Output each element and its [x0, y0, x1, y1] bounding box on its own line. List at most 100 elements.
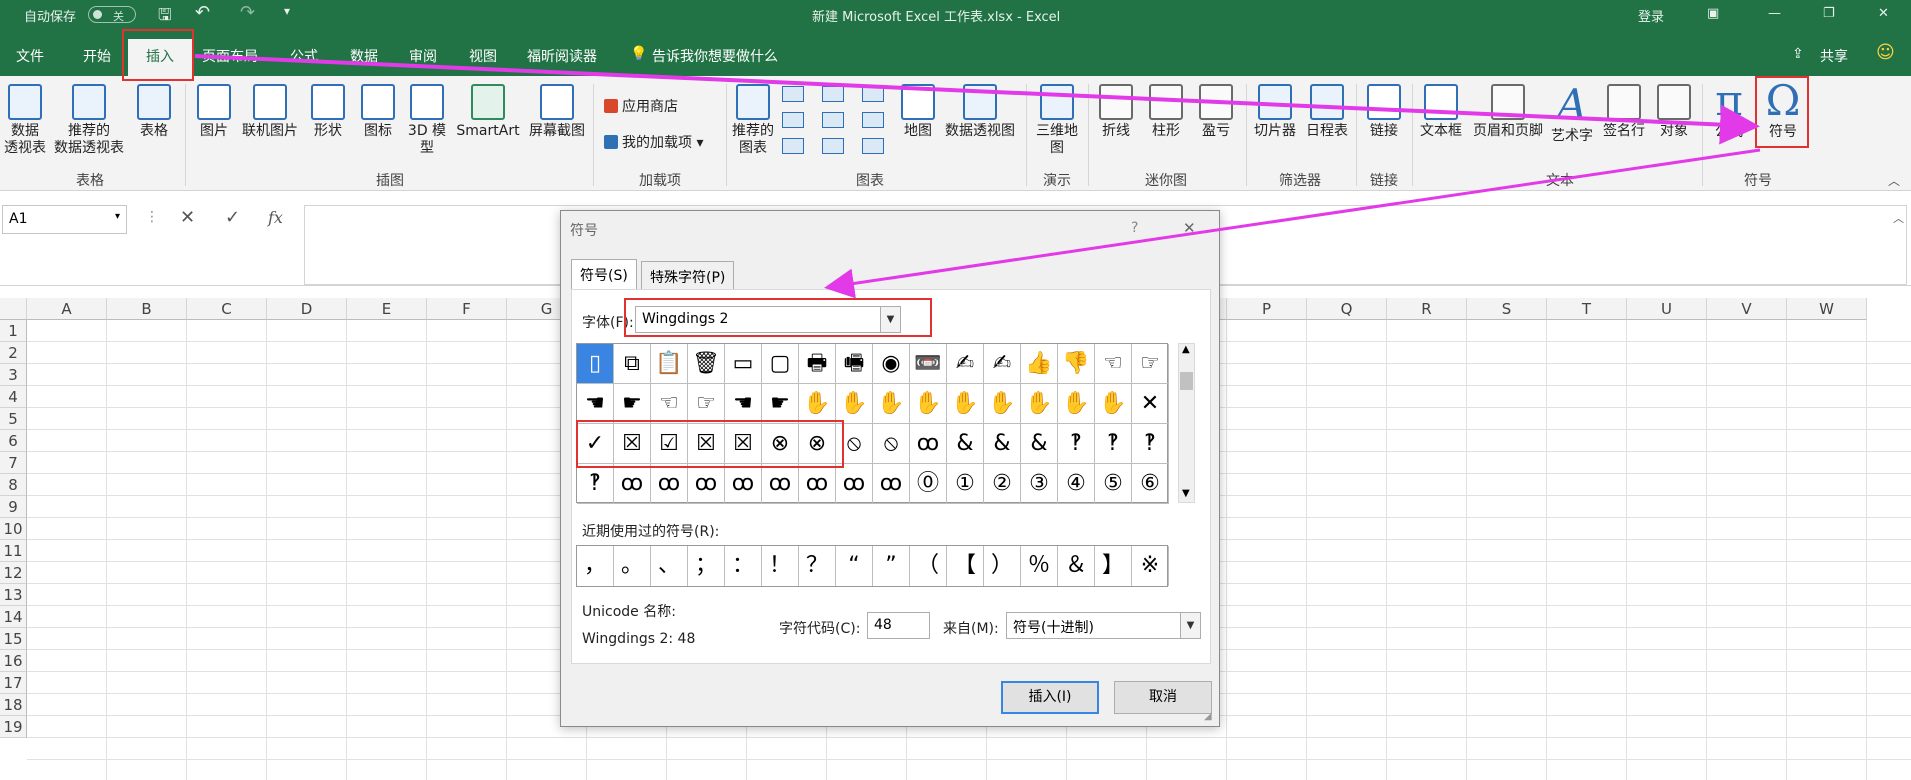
wordart-button[interactable]: A 艺术字 — [1546, 84, 1598, 145]
symbol-cell[interactable]: ④ — [1058, 464, 1095, 504]
recent-symbol-cell[interactable]: ： — [725, 546, 762, 586]
line-chart-icon[interactable] — [782, 112, 804, 128]
sparkline-column-button[interactable]: 柱形 — [1144, 84, 1188, 140]
smartart-button[interactable]: SmartArt — [452, 84, 524, 140]
resize-grip-icon[interactable]: ◢ — [1204, 711, 1212, 722]
signature-line-button[interactable]: 签名行 — [1598, 84, 1650, 140]
symbol-cell[interactable]: ‽ — [1132, 424, 1169, 464]
column-header-f[interactable]: F — [427, 298, 507, 320]
symbol-cell[interactable]: ✋ — [1095, 384, 1132, 424]
symbol-cell[interactable]: ⦸ — [836, 424, 873, 464]
symbol-cell[interactable]: ✋ — [836, 384, 873, 424]
symbol-cell[interactable]: ✋ — [984, 384, 1021, 424]
symbol-cell[interactable]: & — [1021, 424, 1058, 464]
pivot-table-button[interactable]: 数据 透视表 — [0, 84, 50, 157]
screenshot-button[interactable]: 屏幕截图 — [524, 84, 590, 140]
tab-home[interactable]: 开始 — [83, 46, 111, 66]
symbol-cell[interactable]: 👎 — [1058, 344, 1095, 384]
pivot-chart-button[interactable]: 数据透视图 — [940, 84, 1020, 140]
name-box-dropdown-icon[interactable]: ▾ — [115, 211, 120, 222]
recent-symbol-cell[interactable]: 。 — [614, 546, 651, 586]
symbol-cell[interactable]: ☒ — [614, 424, 651, 464]
symbol-cell[interactable]: ꝏ — [688, 464, 725, 504]
recommended-charts-button[interactable]: 推荐的 图表 — [730, 84, 776, 157]
symbol-cell[interactable]: ⊗ — [799, 424, 836, 464]
radar-chart-icon[interactable] — [862, 138, 884, 154]
symbol-cell[interactable]: ✍ — [947, 344, 984, 384]
link-button[interactable]: 链接 — [1362, 84, 1406, 140]
recent-symbol-cell[interactable]: ） — [984, 546, 1021, 586]
symbol-cell[interactable]: ☜ — [651, 384, 688, 424]
tell-me-box[interactable]: 告诉我你想要做什么 — [652, 46, 778, 66]
symbol-cell[interactable]: ☚ — [725, 384, 762, 424]
waterfall-chart-icon[interactable] — [862, 86, 884, 102]
recent-symbol-cell[interactable]: ！ — [762, 546, 799, 586]
column-header-d[interactable]: D — [267, 298, 347, 320]
symbol-cell[interactable]: ☚ — [577, 384, 614, 424]
symbol-cell[interactable]: & — [947, 424, 984, 464]
column-header-q[interactable]: Q — [1307, 298, 1387, 320]
symbol-cell[interactable]: ✋ — [799, 384, 836, 424]
symbol-cell[interactable]: ☜ — [1095, 344, 1132, 384]
icons-button[interactable]: 图标 — [356, 84, 400, 140]
hierarchy-chart-icon[interactable] — [822, 86, 844, 102]
column-header-s[interactable]: S — [1467, 298, 1547, 320]
row-header-1[interactable]: 1 — [0, 320, 27, 342]
shapes-button[interactable]: 形状 — [306, 84, 350, 140]
save-icon[interactable]: 🖫 — [158, 4, 172, 31]
column-header-u[interactable]: U — [1627, 298, 1707, 320]
recent-symbol-cell[interactable]: ％ — [1021, 546, 1058, 586]
font-select[interactable]: Wingdings 2 ▼ — [635, 306, 901, 333]
column-header-t[interactable]: T — [1547, 298, 1627, 320]
scroll-up-icon[interactable]: ▲ — [1182, 344, 1190, 355]
row-header-12[interactable]: 12 — [0, 562, 27, 584]
tab-file[interactable]: 文件 — [16, 46, 44, 66]
row-header-5[interactable]: 5 — [0, 408, 27, 430]
symbol-cell[interactable]: ✕ — [1132, 384, 1169, 424]
symbol-cell[interactable]: ⦸ — [873, 424, 910, 464]
undo-icon[interactable]: ↶ — [195, 2, 210, 23]
symbol-cell[interactable]: ☛ — [614, 384, 651, 424]
row-header-2[interactable]: 2 — [0, 342, 27, 364]
symbol-cell[interactable]: 🗑 — [688, 344, 725, 384]
symbol-cell[interactable]: ▢ — [762, 344, 799, 384]
symbol-cell[interactable]: ③ — [1021, 464, 1058, 504]
symbol-cell[interactable]: ② — [984, 464, 1021, 504]
scroll-down-icon[interactable]: ▼ — [1182, 488, 1190, 499]
symbol-cell[interactable]: ✋ — [873, 384, 910, 424]
column-header-v[interactable]: V — [1707, 298, 1787, 320]
symbol-cell[interactable]: 👍 — [1021, 344, 1058, 384]
symbol-cell[interactable]: 🖶 — [799, 344, 836, 384]
symbol-cell[interactable]: 📋 — [651, 344, 688, 384]
symbol-cell[interactable]: ▯ — [577, 344, 614, 384]
column-header-w[interactable]: W — [1787, 298, 1867, 320]
close-window-icon[interactable]: ✕ — [1878, 6, 1889, 21]
confirm-entry-icon[interactable]: ✓ — [225, 207, 240, 228]
minimize-icon[interactable]: — — [1768, 6, 1781, 21]
symbol-cell[interactable]: ▭ — [725, 344, 762, 384]
recent-symbol-cell[interactable]: ※ — [1132, 546, 1169, 586]
row-header-17[interactable]: 17 — [0, 672, 27, 694]
table-button[interactable]: 表格 — [134, 84, 174, 140]
symbol-cell[interactable]: & — [984, 424, 1021, 464]
scroll-thumb[interactable] — [1180, 372, 1193, 390]
tab-insert[interactable]: 插入 — [128, 39, 192, 76]
symbol-cell[interactable]: ꝏ — [873, 464, 910, 504]
row-header-13[interactable]: 13 — [0, 584, 27, 606]
my-addins-button[interactable]: 我的加载项 ▾ — [604, 132, 703, 152]
column-header-p[interactable]: P — [1227, 298, 1307, 320]
row-header-15[interactable]: 15 — [0, 628, 27, 650]
row-header-3[interactable]: 3 — [0, 364, 27, 386]
recent-symbol-cell[interactable]: （ — [910, 546, 947, 586]
cancel-entry-icon[interactable]: ✕ — [180, 207, 195, 228]
symbol-cell[interactable]: ꝏ — [799, 464, 836, 504]
recommended-pivot-button[interactable]: 推荐的 数据透视表 — [50, 84, 128, 157]
from-select[interactable]: 符号(十进制) ▼ — [1006, 612, 1201, 639]
tab-view[interactable]: 视图 — [469, 46, 497, 66]
map-button[interactable]: 地图 — [898, 84, 938, 140]
row-header-10[interactable]: 10 — [0, 518, 27, 540]
pie-chart-icon[interactable] — [782, 138, 804, 154]
symbol-cell[interactable]: 🖷 — [836, 344, 873, 384]
symbol-cell[interactable]: ✍ — [984, 344, 1021, 384]
column-header-a[interactable]: A — [27, 298, 107, 320]
